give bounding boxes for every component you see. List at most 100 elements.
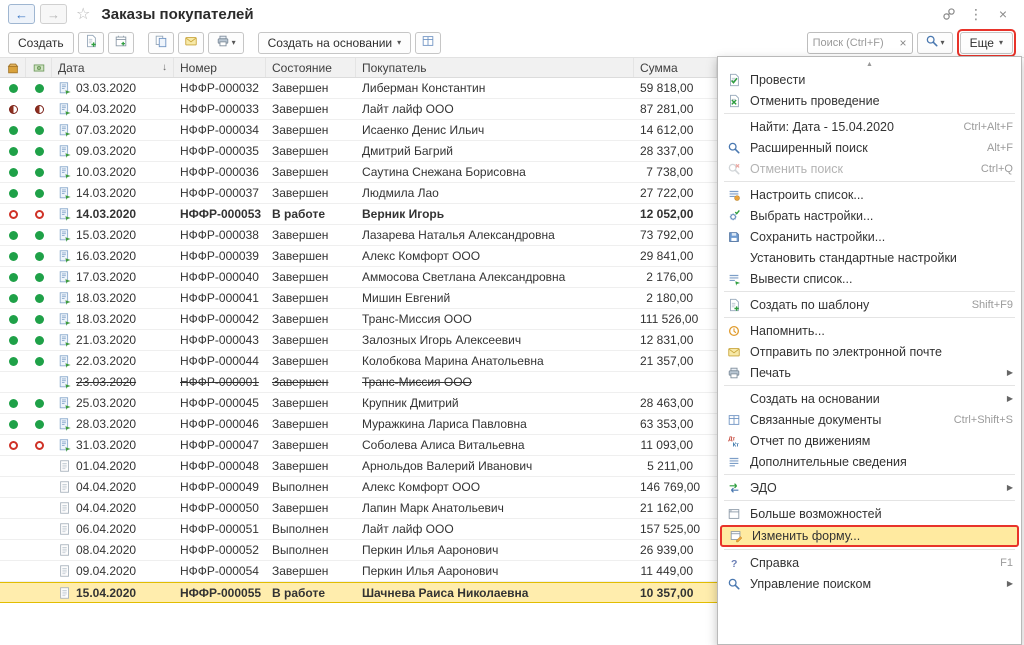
menu-item-edit-form[interactable]: Изменить форму... xyxy=(720,525,1019,547)
table-row[interactable]: 25.03.2020НФФР-000045ЗавершенКрупник Дми… xyxy=(0,393,717,414)
table-row[interactable]: 04.03.2020НФФР-000033ЗавершенЛайт лайф О… xyxy=(0,99,717,120)
search-options-button[interactable]: ▾ xyxy=(917,32,953,54)
menu-item-remind[interactable]: Напомнить... xyxy=(718,320,1021,341)
cell-date: 04.03.2020 xyxy=(52,102,174,116)
cell-state: Завершен xyxy=(266,291,356,305)
table-row[interactable]: 31.03.2020НФФР-000047ЗавершенСоболева Ал… xyxy=(0,435,717,456)
posted-document-icon xyxy=(58,249,72,263)
table-row[interactable]: 04.04.2020НФФР-000049ВыполненАлекс Комфо… xyxy=(0,477,717,498)
more-button[interactable]: Еще▾ xyxy=(960,32,1013,54)
send-email-button[interactable] xyxy=(178,32,204,54)
table-row[interactable]: 08.04.2020НФФР-000052ВыполненПеркин Илья… xyxy=(0,540,717,561)
column-header-customer[interactable]: Покупатель xyxy=(356,58,634,77)
table-row[interactable]: 15.03.2020НФФР-000038ЗавершенЛазарева На… xyxy=(0,225,717,246)
menu-item-choose-settings[interactable]: Выбрать настройки... xyxy=(718,205,1021,226)
table-row[interactable]: 04.04.2020НФФР-000050ЗавершенЛапин Марк … xyxy=(0,498,717,519)
table-row[interactable]: 07.03.2020НФФР-000034ЗавершенИсаенко Ден… xyxy=(0,120,717,141)
menu-item-help[interactable]: ?СправкаF1 xyxy=(718,552,1021,573)
menu-scroll-up-icon[interactable]: ▲ xyxy=(718,59,1021,69)
cell-number: НФФР-000033 xyxy=(174,102,266,116)
table-row[interactable]: 18.03.2020НФФР-000041ЗавершенМишин Евген… xyxy=(0,288,717,309)
link-icon[interactable] xyxy=(938,4,960,24)
column-header-date[interactable]: Дата↓ xyxy=(52,58,174,77)
copy-button[interactable] xyxy=(148,32,174,54)
posted-document-icon xyxy=(58,102,72,116)
column-header-state[interactable]: Состояние xyxy=(266,58,356,77)
menu-item-standard-settings[interactable]: Установить стандартные настройки xyxy=(718,247,1021,268)
table-row[interactable]: 09.03.2020НФФР-000035ЗавершенДмитрий Баг… xyxy=(0,141,717,162)
kebab-menu-icon[interactable]: ⋮ xyxy=(965,4,987,24)
cell-payment-status xyxy=(26,252,52,261)
caret-down-icon: ▾ xyxy=(941,38,945,47)
menu-item-search-management[interactable]: Управление поиском▶ xyxy=(718,573,1021,594)
favorite-star-icon[interactable]: ☆ xyxy=(76,4,90,24)
table-row[interactable]: 15.04.2020НФФР-000055В работеШачнева Раи… xyxy=(0,582,717,603)
menu-item-label: Создать на основании xyxy=(750,392,1000,406)
cell-customer: Людмила Лао xyxy=(356,186,634,200)
column-header-number[interactable]: Номер xyxy=(174,58,266,77)
table-row[interactable]: 21.03.2020НФФР-000043ЗавершенЗалозных Иг… xyxy=(0,330,717,351)
table-row[interactable]: 14.03.2020НФФР-000053В работеВерник Игор… xyxy=(0,204,717,225)
related-documents-button[interactable] xyxy=(415,32,441,54)
close-icon[interactable]: × xyxy=(992,4,1014,24)
search-area: Поиск (Ctrl+F) × ▾ Еще▾ xyxy=(807,29,1016,57)
print-button[interactable]: ▾ xyxy=(208,32,244,54)
menu-item-related-documents[interactable]: Связанные документыCtrl+Shift+S xyxy=(718,409,1021,430)
menu-item-save-settings[interactable]: Сохранить настройки... xyxy=(718,226,1021,247)
table-row[interactable]: 28.03.2020НФФР-000046ЗавершенМуражкина Л… xyxy=(0,414,717,435)
posted-document-icon xyxy=(58,375,72,389)
menu-item-send-email[interactable]: Отправить по электронной почте xyxy=(718,341,1021,362)
column-header-shipment-status[interactable] xyxy=(0,58,26,77)
cell-state: Завершен xyxy=(266,438,356,452)
menu-item-output-list[interactable]: Вывести список... xyxy=(718,268,1021,289)
menu-item-print[interactable]: Печать▶ xyxy=(718,362,1021,383)
table-row[interactable]: 17.03.2020НФФР-000040ЗавершенАммосова Св… xyxy=(0,267,717,288)
menu-item-label: Печать xyxy=(750,366,1000,380)
column-header-sum[interactable]: Сумма xyxy=(634,58,717,77)
create-from-template-button[interactable] xyxy=(78,32,104,54)
cell-customer: Лайт лайф ООО xyxy=(356,102,634,116)
menu-item-find[interactable]: Найти: Дата - 15.04.2020Ctrl+Alt+F xyxy=(718,116,1021,137)
menu-item-create-from-template[interactable]: Создать по шаблонуShift+F9 xyxy=(718,294,1021,315)
table-row[interactable]: 14.03.2020НФФР-000037ЗавершенЛюдмила Лао… xyxy=(0,183,717,204)
plain-document-icon xyxy=(58,459,72,473)
table-row[interactable]: 09.04.2020НФФР-000054ЗавершенПеркин Илья… xyxy=(0,561,717,582)
cell-state: Завершен xyxy=(266,165,356,179)
document-template-icon xyxy=(84,34,98,51)
forward-button[interactable]: → xyxy=(40,4,67,24)
menu-item-cancel-search[interactable]: Отменить поискCtrl+Q xyxy=(718,158,1021,179)
set-date-interval-button[interactable] xyxy=(108,32,134,54)
table-row[interactable]: 18.03.2020НФФР-000042ЗавершенТранс-Мисси… xyxy=(0,309,717,330)
table-row[interactable]: 10.03.2020НФФР-000036ЗавершенСаутина Сне… xyxy=(0,162,717,183)
cell-sum: 12 831,00 xyxy=(634,333,717,347)
create-based-on-button[interactable]: Создать на основании▾ xyxy=(258,32,412,54)
table-row[interactable]: 01.04.2020НФФР-000048ЗавершенАрнольдов В… xyxy=(0,456,717,477)
menu-item-additional-info[interactable]: Дополнительные сведения xyxy=(718,451,1021,472)
menu-item-advanced-search[interactable]: Расширенный поискAlt+F xyxy=(718,137,1021,158)
menu-item-post[interactable]: Провести xyxy=(718,69,1021,90)
cell-state: Завершен xyxy=(266,396,356,410)
table-row[interactable]: 16.03.2020НФФР-000039ЗавершенАлекс Комфо… xyxy=(0,246,717,267)
cell-date: 18.03.2020 xyxy=(52,291,174,305)
search-input[interactable]: Поиск (Ctrl+F) × xyxy=(807,32,913,54)
create-button[interactable]: Создать xyxy=(8,32,74,54)
menu-item-create-based-on[interactable]: Создать на основании▶ xyxy=(718,388,1021,409)
red-status-icon xyxy=(35,441,44,450)
table-row[interactable]: 22.03.2020НФФР-000044ЗавершенКолобкова М… xyxy=(0,351,717,372)
cell-state: Завершен xyxy=(266,228,356,242)
cell-sum: 87 281,00 xyxy=(634,102,717,116)
menu-item-movements-report[interactable]: ДтКтОтчет по движениям xyxy=(718,430,1021,451)
green-status-icon xyxy=(35,357,44,366)
back-button[interactable]: ← xyxy=(8,4,35,24)
menu-item-undo-post[interactable]: Отменить проведение xyxy=(718,90,1021,111)
cell-sum: 14 612,00 xyxy=(634,123,717,137)
menu-item-configure-list[interactable]: Настроить список... xyxy=(718,184,1021,205)
menu-item-edo[interactable]: ЭДО▶ xyxy=(718,477,1021,498)
table-row[interactable]: 06.04.2020НФФР-000051ВыполненЛайт лайф О… xyxy=(0,519,717,540)
table-row[interactable]: 23.03.2020НФФР-000001ЗавершенТранс-Мисси… xyxy=(0,372,717,393)
cell-shipment-status xyxy=(0,84,26,93)
column-header-payment-status[interactable] xyxy=(26,58,52,77)
table-row[interactable]: 03.03.2020НФФР-000032ЗавершенЛиберман Ко… xyxy=(0,78,717,99)
clear-search-icon[interactable]: × xyxy=(896,36,907,50)
menu-item-more-features[interactable]: Больше возможностей xyxy=(718,503,1021,524)
